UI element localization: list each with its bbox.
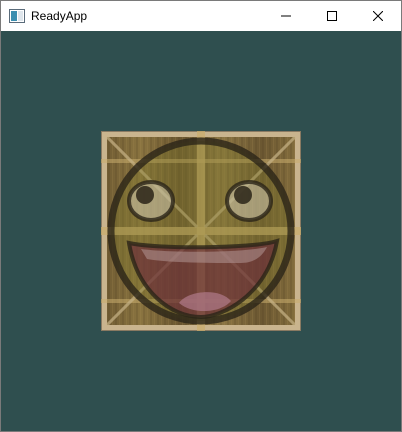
title-bar[interactable]: ReadyApp [1,1,401,31]
render-viewport[interactable] [1,31,401,431]
maximize-icon [327,11,337,21]
minimize-icon [281,15,291,17]
close-icon [373,11,383,21]
close-button[interactable] [355,1,401,31]
minimize-button[interactable] [263,1,309,31]
maximize-button[interactable] [309,1,355,31]
app-icon [9,9,25,23]
app-window: ReadyApp [0,0,402,432]
textured-quad [101,131,301,331]
window-title: ReadyApp [31,9,88,23]
awesome-face-texture [107,137,295,325]
